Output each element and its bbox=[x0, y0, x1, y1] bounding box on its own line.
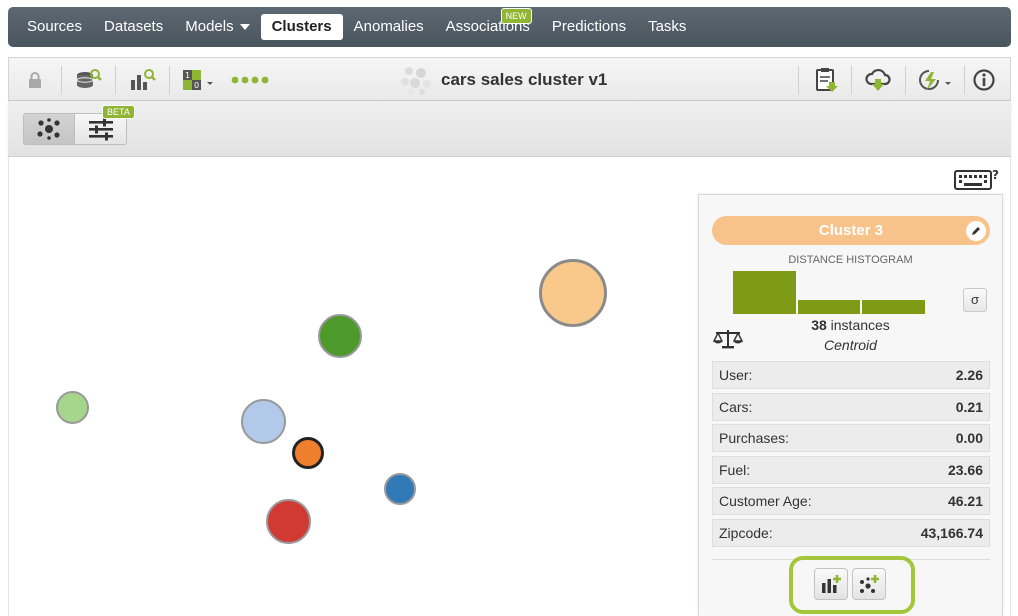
model-name: cars sales cluster v1 bbox=[441, 70, 608, 89]
histogram-bar[interactable] bbox=[733, 271, 796, 314]
field-label: Fuel: bbox=[719, 461, 751, 478]
keyboard-help-label: ? bbox=[992, 168, 999, 182]
nav-predictions[interactable]: Predictions bbox=[541, 14, 637, 40]
cluster-info-panel: Cluster 3 DISTANCE HISTOGRAM σ 38 instan… bbox=[698, 194, 1003, 616]
binary-dropdown-icon[interactable]: 10 bbox=[181, 66, 217, 94]
field-value: 2.26 bbox=[955, 367, 983, 383]
centroid-fields: User: 2.26 Cars: 0.21 Purchases: 0.00 Fuel:… bbox=[712, 361, 990, 551]
svg-text:1: 1 bbox=[185, 71, 190, 80]
field-value: 0.21 bbox=[955, 398, 983, 415]
cluster-add-icon bbox=[860, 575, 879, 593]
field-row: User: 2.26 bbox=[712, 361, 990, 389]
field-row: Purchases: 0.00 bbox=[712, 424, 990, 453]
field-label: Zipcode: bbox=[719, 524, 773, 541]
cluster-red-bubble[interactable] bbox=[266, 499, 311, 544]
cluster-name-pill: Cluster 3 bbox=[712, 216, 990, 245]
field-label: Purchases: bbox=[719, 430, 790, 447]
cluster-blue-light-bubble[interactable] bbox=[241, 399, 286, 444]
cluster-logo-icon bbox=[401, 67, 431, 95]
model-title: cars sales cluster v1 bbox=[399, 67, 608, 95]
nav-anomalies[interactable]: Anomalies bbox=[343, 14, 435, 40]
new-badge: NEW bbox=[500, 8, 532, 24]
view-switch-bar: BETA bbox=[8, 101, 1011, 157]
dots-icon[interactable] bbox=[231, 66, 271, 94]
lock-icon[interactable] bbox=[21, 66, 49, 94]
edit-cluster-name-button[interactable] bbox=[966, 221, 986, 241]
dataset-search-icon[interactable] bbox=[75, 66, 103, 94]
info-icon[interactable] bbox=[970, 66, 998, 94]
beta-badge: BETA bbox=[102, 105, 135, 119]
field-value: 43,166.74 bbox=[920, 524, 983, 541]
sigma-button[interactable]: σ bbox=[963, 288, 987, 312]
field-label: Cars: bbox=[719, 398, 753, 415]
model-toolbar: 10 cars sales cluster v1 bbox=[8, 57, 1011, 101]
nav-datasets[interactable]: Datasets bbox=[93, 14, 174, 40]
nav-associations[interactable]: Associations NEW bbox=[435, 8, 541, 40]
histogram-bar[interactable] bbox=[862, 300, 925, 314]
pencil-icon bbox=[972, 227, 980, 235]
caret-down-icon bbox=[239, 24, 250, 31]
create-cluster-model-button[interactable] bbox=[814, 568, 848, 600]
cluster-view-button[interactable] bbox=[23, 113, 75, 145]
field-label: Customer Age: bbox=[719, 493, 812, 510]
nav-tasks[interactable]: Tasks bbox=[637, 14, 697, 40]
nav-clusters[interactable]: Clusters bbox=[260, 14, 343, 40]
nav-models-label: Models bbox=[185, 18, 234, 35]
field-row: Zipcode: 43,166.74 bbox=[712, 518, 990, 547]
histogram-bar[interactable] bbox=[797, 300, 861, 314]
create-cluster-dataset-button[interactable] bbox=[852, 568, 886, 600]
report-download-icon[interactable] bbox=[812, 66, 840, 94]
cluster-orange-bubble[interactable] bbox=[292, 437, 324, 469]
cluster-view-icon bbox=[37, 118, 60, 140]
field-row: Fuel: 23.66 bbox=[712, 455, 990, 484]
top-navbar: Sources Datasets Models Clusters Anomali… bbox=[8, 7, 1011, 47]
nav-sources[interactable]: Sources bbox=[16, 14, 93, 40]
cluster-green-light-bubble[interactable] bbox=[56, 391, 89, 424]
field-row: Cars: 0.21 bbox=[712, 392, 990, 421]
cluster-green-dark-bubble[interactable] bbox=[318, 314, 362, 358]
keyboard-help-icon[interactable]: ? bbox=[953, 167, 1001, 191]
cluster-blue-bubble[interactable] bbox=[384, 473, 416, 505]
chart-add-icon bbox=[822, 575, 841, 593]
instances-info: 38 instances bbox=[699, 317, 1002, 333]
nav-models[interactable]: Models bbox=[174, 14, 260, 40]
cluster-3-bubble[interactable] bbox=[539, 259, 607, 327]
cloud-download-icon[interactable] bbox=[864, 66, 892, 94]
svg-text:0: 0 bbox=[194, 81, 199, 90]
sliders-view-icon bbox=[88, 118, 113, 141]
field-value: 23.66 bbox=[947, 461, 983, 478]
centroid-label: Centroid bbox=[824, 337, 877, 353]
lightning-dropdown-icon[interactable] bbox=[917, 66, 953, 94]
distance-histogram bbox=[733, 269, 925, 314]
cluster-name: Cluster 3 bbox=[818, 222, 884, 239]
instances-count: 38 bbox=[811, 317, 827, 333]
instances-label: instances bbox=[826, 317, 890, 333]
field-row: Customer Age: 46.21 bbox=[712, 487, 990, 516]
field-value: 46.21 bbox=[947, 493, 983, 510]
field-value: 0.00 bbox=[955, 430, 983, 447]
field-label: User: bbox=[719, 367, 753, 383]
histogram-title: DISTANCE HISTOGRAM bbox=[788, 254, 913, 266]
chart-search-icon[interactable] bbox=[129, 66, 157, 94]
